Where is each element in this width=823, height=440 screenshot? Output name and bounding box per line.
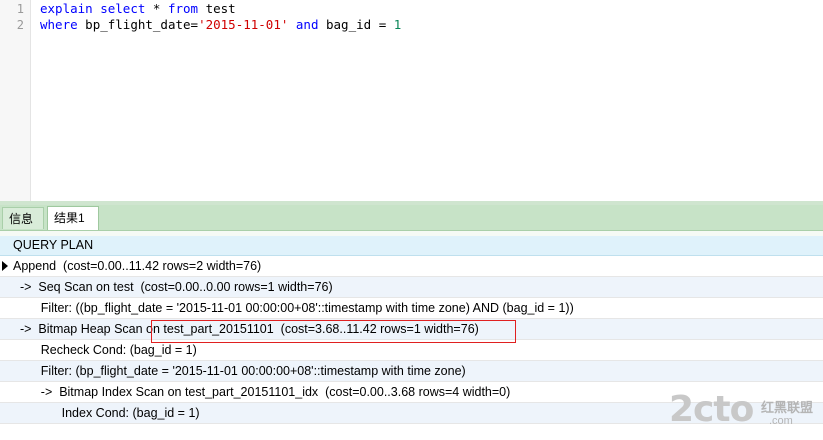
table-cell: Index Cond: (bag_id = 1) (13, 406, 200, 420)
table-cell: Filter: ((bp_flight_date = '2015-11-01 0… (13, 301, 574, 315)
keyword-and: and (295, 17, 319, 32)
column-header-query-plan[interactable]: QUERY PLAN (0, 236, 823, 256)
table-cell: -> Bitmap Index Scan on test_part_201511… (13, 385, 511, 399)
code-line-1[interactable]: explain select * from test (40, 1, 236, 17)
table-cell: Filter: (bp_flight_date = '2015-11-01 00… (13, 364, 466, 378)
table-row[interactable]: Append (cost=0.00..11.42 rows=2 width=76… (0, 256, 823, 277)
current-row-arrow-icon (2, 261, 8, 271)
watermark-domain: .com (769, 415, 793, 427)
number-literal: 1 (393, 17, 402, 32)
watermark-cn-text: 红黑联盟 (761, 400, 814, 415)
table-row[interactable]: -> Bitmap Heap Scan on test_part_2015110… (0, 319, 823, 340)
table-row[interactable]: Recheck Cond: (bag_id = 1) (0, 340, 823, 361)
table-row[interactable]: Filter: ((bp_flight_date = '2015-11-01 0… (0, 298, 823, 319)
gutter-divider (30, 0, 31, 201)
site-watermark: 2cto 红黑联盟 .com (669, 389, 819, 436)
line-number-1: 1 (16, 2, 24, 16)
table-row[interactable]: -> Seq Scan on test (cost=0.00..0.00 row… (0, 277, 823, 298)
tab-result-1[interactable]: 结果1 (47, 206, 99, 230)
keyword-select: select (100, 1, 146, 16)
result-tabs: 信息 结果1 (0, 205, 823, 231)
keyword-where: where (40, 17, 78, 32)
code-text: bp_flight_date= (77, 17, 199, 32)
table-cell: -> Seq Scan on test (cost=0.00..0.00 row… (13, 280, 333, 294)
table-cell: Append (cost=0.00..11.42 rows=2 width=76… (13, 259, 262, 273)
table-cell: -> Bitmap Heap Scan on test_part_2015110… (13, 322, 479, 336)
sql-editor[interactable]: 1 2 explain select * from test where bp_… (0, 0, 823, 201)
line-number-gutter: 1 2 (0, 0, 30, 201)
code-text: test (198, 1, 236, 16)
table-cell: Recheck Cond: (bag_id = 1) (13, 343, 197, 357)
string-literal: '2015-11-01' (198, 17, 289, 32)
line-number-2: 2 (16, 18, 24, 32)
code-text: bag_id = (318, 17, 394, 32)
code-text: * (145, 1, 168, 16)
code-line-2[interactable]: where bp_flight_date='2015-11-01' and ba… (40, 17, 401, 33)
column-header-label: QUERY PLAN (13, 238, 94, 252)
tab-messages[interactable]: 信息 (2, 207, 44, 229)
keyword-from: from (167, 1, 199, 16)
watermark-logo: 2cto (669, 389, 754, 430)
table-row[interactable]: Filter: (bp_flight_date = '2015-11-01 00… (0, 361, 823, 382)
keyword-explain: explain (40, 1, 93, 16)
